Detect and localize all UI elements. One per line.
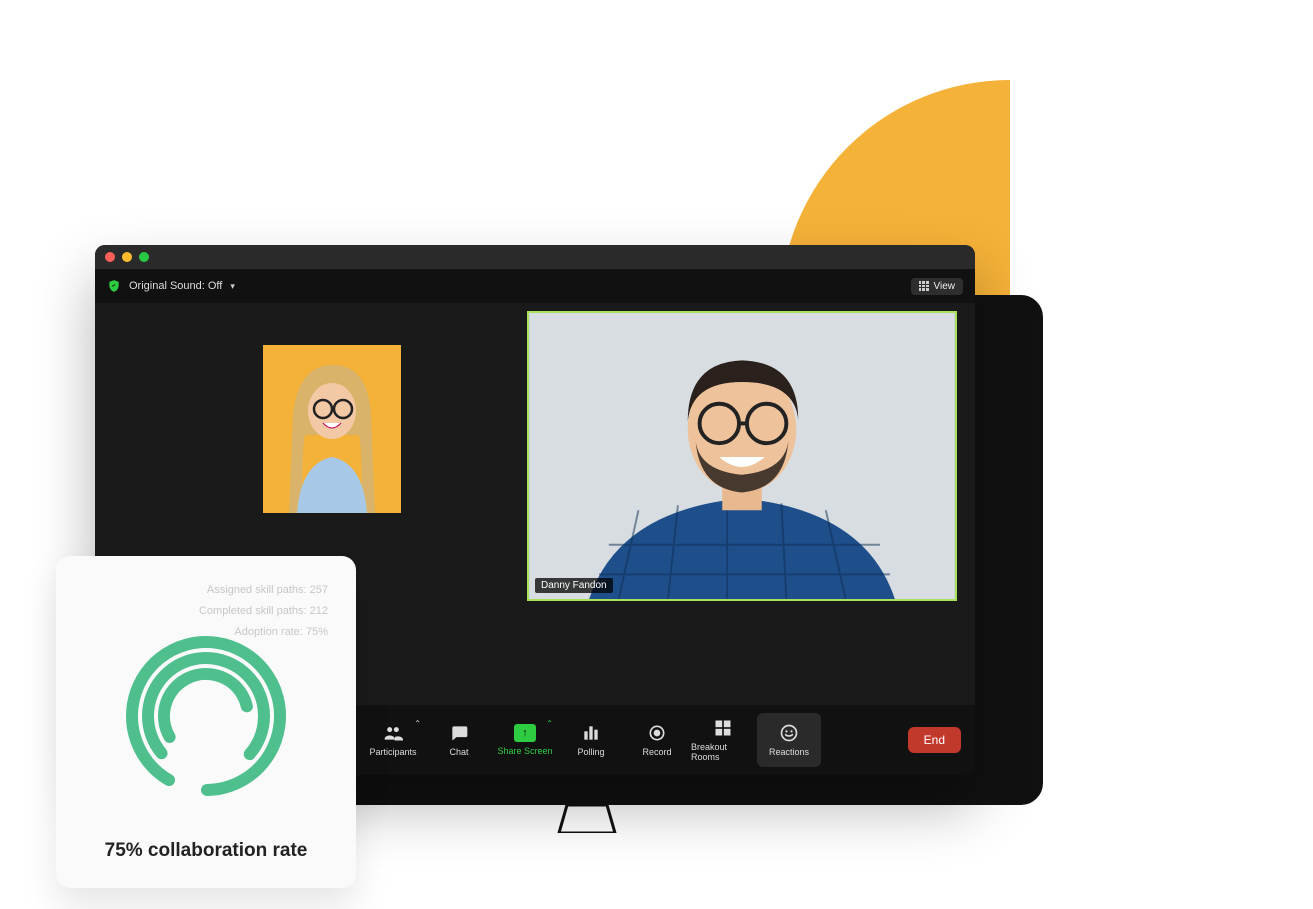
participants-icon [382,723,404,743]
breakout-icon [712,718,734,738]
breakout-rooms-button[interactable]: Breakout Rooms [691,713,755,767]
chevron-up-icon[interactable]: ⌃ [414,719,421,728]
participants-button[interactable]: ⌃ Participants [361,713,425,767]
avatar [529,313,955,599]
chevron-up-icon[interactable]: ⌃ [546,719,553,728]
view-button-label: View [934,281,956,292]
original-sound-toggle[interactable]: Original Sound: Off [129,280,222,292]
stats-title: 75% collaboration rate [78,840,334,868]
window-close-icon[interactable] [105,252,115,262]
chat-button[interactable]: Chat [427,713,491,767]
grid-icon [919,281,929,291]
window-minimize-icon[interactable] [122,252,132,262]
device-stand [557,805,617,833]
window-maximize-icon[interactable] [139,252,149,262]
window-titlebar [95,245,975,269]
toolbar-label: Polling [577,747,604,757]
toolbar-label: Chat [449,747,468,757]
chevron-down-icon[interactable]: ▾ [230,281,235,292]
call-topbar: Original Sound: Off ▾ View [95,269,975,303]
avatar [263,345,401,513]
toolbar-label: Share Screen [497,746,552,756]
self-video-tile[interactable] [263,345,401,513]
speaker-video-tile[interactable]: Danny Fandon [527,311,957,601]
polling-button[interactable]: Polling [559,713,623,767]
share-screen-button[interactable]: ↑ ⌃ Share Screen [493,713,557,767]
end-call-button[interactable]: End [908,727,961,753]
reactions-button[interactable]: Reactions [757,713,821,767]
smile-icon [778,723,800,743]
toolbar-label: Reactions [769,747,809,757]
radial-chart [78,593,334,840]
toolbar-label: Record [642,747,671,757]
view-button[interactable]: View [911,278,964,295]
stats-card: Assigned skill paths: 257 Completed skil… [56,556,356,888]
shield-icon [107,279,121,293]
record-icon [646,723,668,743]
toolbar-label: Participants [369,747,416,757]
toolbar-label: Breakout Rooms [691,742,755,762]
chat-icon [448,723,470,743]
speaker-name-tag: Danny Fandon [535,578,613,593]
share-screen-icon: ↑ [514,724,536,742]
record-button[interactable]: Record [625,713,689,767]
poll-icon [580,723,602,743]
